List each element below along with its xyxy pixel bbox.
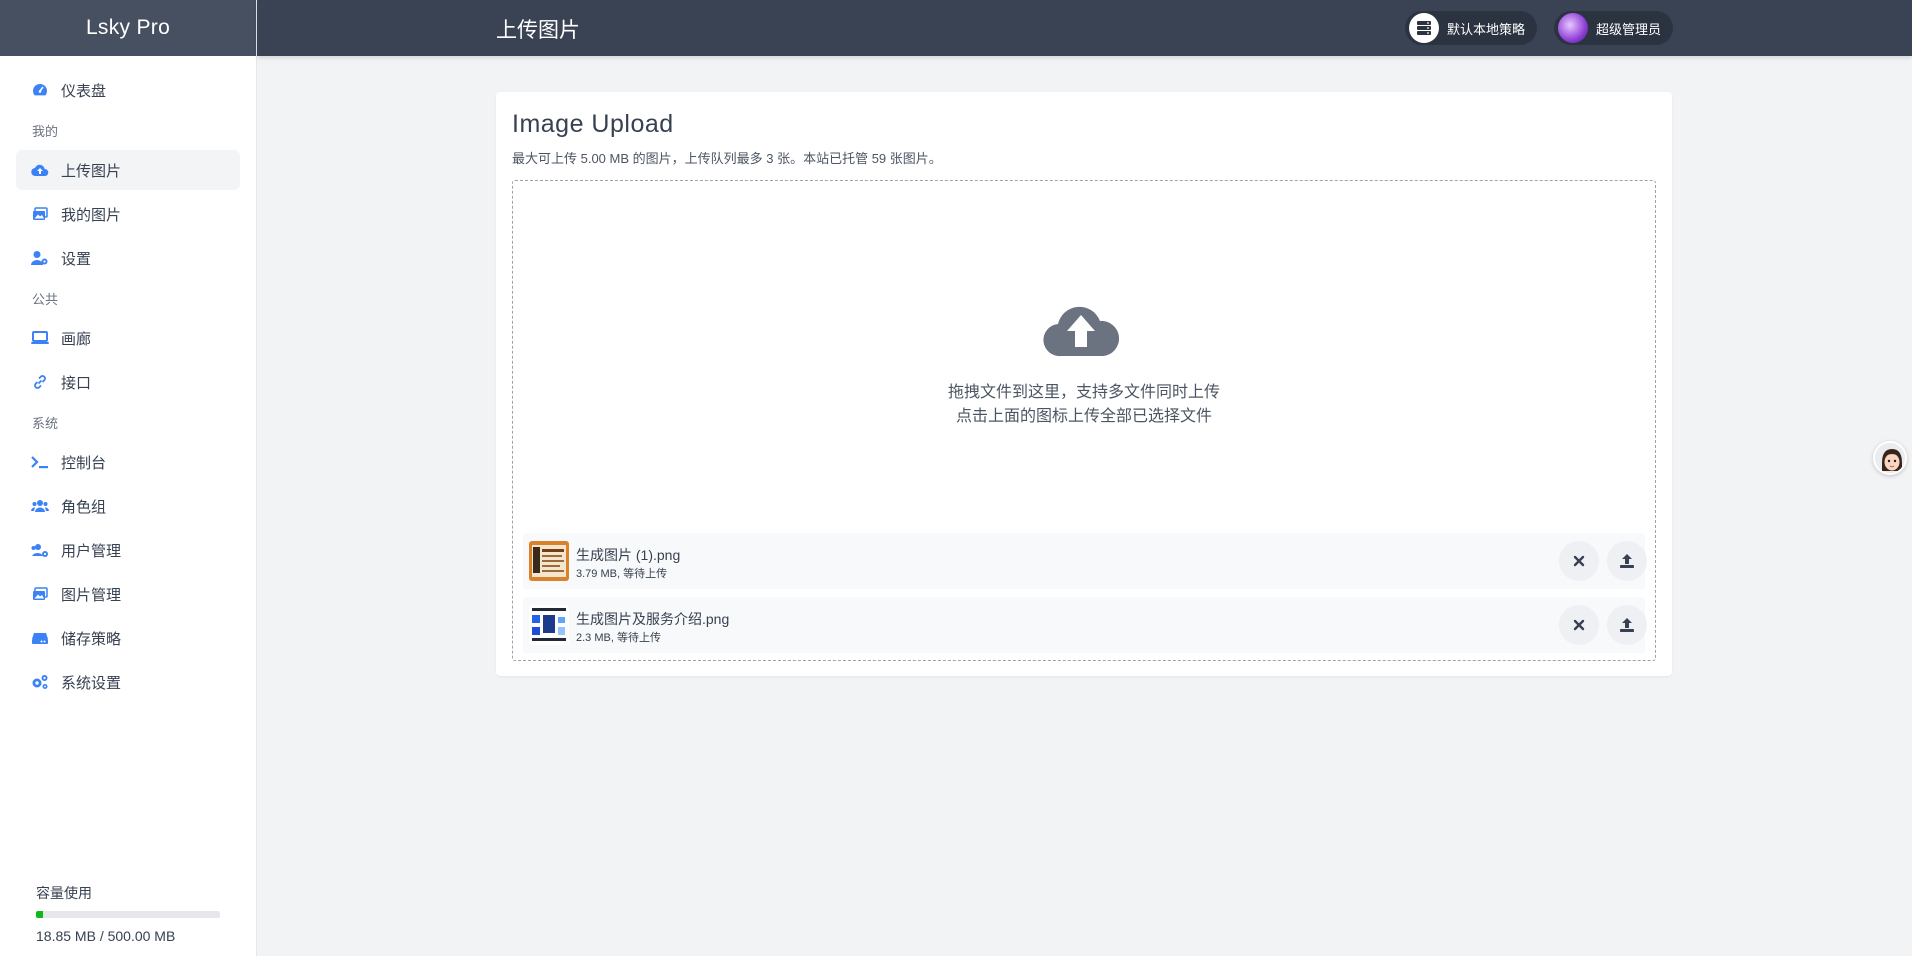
upload-file-button[interactable]	[1607, 605, 1647, 645]
remove-file-button[interactable]	[1559, 605, 1599, 645]
sidebar-item-label: 储存策略	[61, 630, 122, 648]
sidebar-item-gallery[interactable]: 画廊	[16, 318, 240, 358]
sidebar-item-label: 图片管理	[61, 586, 122, 604]
storage-label: 容量使用	[36, 885, 92, 901]
cloud-upload-icon[interactable]	[1043, 301, 1120, 357]
section-label-mine: 我的	[32, 123, 59, 139]
sidebar-item-api[interactable]: 接口	[16, 362, 240, 402]
section-label-public: 公共	[32, 291, 59, 307]
upload-title: Image Upload	[512, 110, 674, 138]
server-icon	[1409, 13, 1439, 43]
sidebar-item-dashboard[interactable]: 仪表盘	[16, 70, 240, 110]
hdd-icon	[31, 629, 49, 647]
file-name: 生成图片 (1).png	[576, 547, 681, 563]
file-item: 生成图片 (1).png 3.79 MB, 等待上传	[523, 533, 1647, 589]
images-icon	[31, 205, 49, 223]
page-title: 上传图片	[496, 19, 580, 42]
users-cog-icon	[31, 541, 49, 559]
storage-value: 18.85 MB / 500.00 MB	[36, 928, 176, 944]
sidebar-item-label: 接口	[61, 374, 92, 392]
sidebar-item-settings[interactable]: 设置	[16, 238, 240, 278]
dropzone-hint-secondary: 点击上面的图标上传全部已选择文件	[955, 408, 1212, 425]
file-meta: 3.79 MB, 等待上传	[576, 568, 668, 580]
file-thumbnail	[529, 541, 569, 581]
sidebar-item-label: 仪表盘	[61, 82, 107, 100]
users-icon	[31, 497, 49, 515]
sidebar-item-label: 我的图片	[61, 206, 122, 224]
sidebar-item-console[interactable]: 控制台	[16, 442, 240, 482]
sidebar-item-label: 角色组	[61, 498, 107, 516]
user-menu[interactable]: 超级管理员	[1554, 11, 1674, 45]
user-cog-icon	[31, 249, 49, 267]
sidebar-item-label: 控制台	[61, 454, 107, 472]
sidebar-item-my-images[interactable]: 我的图片	[16, 194, 240, 234]
file-item: 生成图片及服务介绍.png 2.3 MB, 等待上传	[523, 597, 1647, 653]
sidebar-item-user-management[interactable]: 用户管理	[16, 530, 240, 570]
remove-file-button[interactable]	[1559, 541, 1599, 581]
file-thumbnail	[529, 605, 569, 645]
sidebar-item-image-management[interactable]: 图片管理	[16, 574, 240, 614]
terminal-icon	[31, 453, 49, 471]
cogs-icon	[31, 673, 49, 691]
upload-icon	[1620, 618, 1634, 632]
close-icon	[1573, 619, 1585, 631]
sidebar-item-roles[interactable]: 角色组	[16, 486, 240, 526]
user-label: 超级管理员	[1596, 21, 1662, 37]
close-icon	[1573, 555, 1585, 567]
gauge-icon	[31, 81, 49, 99]
upload-description: 最大可上传 5.00 MB 的图片，上传队列最多 3 张。本站已托管 59 张图…	[512, 151, 942, 166]
sidebar-item-label: 系统设置	[61, 674, 122, 692]
laptop-icon	[31, 329, 49, 347]
sidebar-item-label: 上传图片	[61, 162, 122, 180]
storage-usage: 容量使用 18.85 MB / 500.00 MB	[36, 883, 221, 944]
sidebar-item-label: 用户管理	[61, 542, 122, 560]
assistant-avatar[interactable]	[1873, 441, 1907, 475]
upload-card: Image Upload 最大可上传 5.00 MB 的图片，上传队列最多 3 …	[496, 92, 1672, 676]
upload-dropzone[interactable]: 拖拽文件到这里，支持多文件同时上传 点击上面的图标上传全部已选择文件 生成图片 …	[512, 180, 1656, 661]
images-icon	[31, 585, 49, 603]
storage-progress-fill	[36, 911, 43, 918]
topbar: 上传图片 默认本地策略 超级管理员	[257, 0, 1912, 56]
file-name: 生成图片及服务介绍.png	[576, 611, 730, 627]
storage-progress-bar	[36, 911, 220, 918]
strategy-label: 默认本地策略	[1447, 21, 1526, 37]
sidebar-item-system-settings[interactable]: 系统设置	[16, 662, 240, 702]
link-icon	[31, 373, 49, 391]
sidebar-item-label: 画廊	[61, 330, 92, 348]
sidebar: Lsky Pro 仪表盘 我的 上传图片 我的图片 设置 公共 画廊 接口 系统…	[0, 0, 257, 956]
upload-file-button[interactable]	[1607, 541, 1647, 581]
section-label-system: 系统	[32, 415, 59, 431]
sidebar-nav: 仪表盘 我的 上传图片 我的图片 设置 公共 画廊 接口 系统 控制台 角色组 …	[0, 56, 256, 702]
brand-logo[interactable]: Lsky Pro	[0, 0, 256, 56]
cloud-upload-icon	[31, 161, 49, 179]
sidebar-item-storage-strategy[interactable]: 储存策略	[16, 618, 240, 658]
upload-icon	[1620, 554, 1634, 568]
sidebar-item-upload[interactable]: 上传图片	[16, 150, 240, 190]
strategy-selector[interactable]: 默认本地策略	[1405, 11, 1538, 45]
avatar	[1558, 13, 1588, 43]
file-meta: 2.3 MB, 等待上传	[576, 632, 661, 644]
dropzone-hint: 拖拽文件到这里，支持多文件同时上传	[947, 384, 1220, 401]
sidebar-item-label: 设置	[61, 250, 92, 268]
